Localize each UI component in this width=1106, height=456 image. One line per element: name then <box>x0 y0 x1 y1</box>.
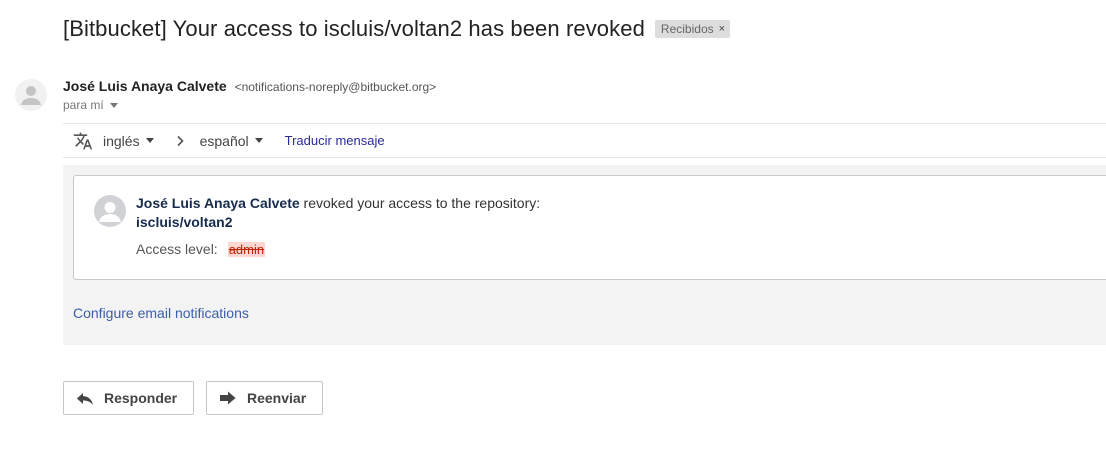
label-chip-inbox[interactable]: Recibidos × <box>654 20 731 38</box>
reply-button[interactable]: Responder <box>63 381 194 415</box>
chevron-down-icon <box>254 138 263 143</box>
target-language-label: español <box>199 132 249 149</box>
sender-email: <notifications-noreply@bitbucket.org> <box>234 80 437 94</box>
configure-notifications-link[interactable]: Configure email notifications <box>73 305 249 321</box>
chevron-down-icon <box>145 138 154 143</box>
label-chip-text: Recibidos <box>660 22 714 36</box>
reply-label: Responder <box>104 390 178 406</box>
remove-label-icon[interactable]: × <box>719 22 725 36</box>
sender-name[interactable]: José Luis Anaya Calvete <box>63 78 227 94</box>
subject-row: [Bitbucket] Your access to iscluis/volta… <box>63 16 731 42</box>
forward-button[interactable]: Reenviar <box>206 381 323 415</box>
forward-label: Reenviar <box>247 390 307 406</box>
actor-avatar[interactable] <box>94 195 126 227</box>
source-language-label: inglés <box>103 132 140 149</box>
access-level-row: Access level: admin <box>136 241 540 257</box>
sender-avatar[interactable] <box>15 79 47 111</box>
email-view: [Bitbucket] Your access to iscluis/volta… <box>0 0 1106 456</box>
chevron-right-icon <box>174 135 186 147</box>
default-avatar-icon <box>99 202 121 222</box>
translate-icon <box>73 131 93 151</box>
target-language-select[interactable]: español <box>200 133 263 149</box>
recipient-details-caret-icon[interactable] <box>109 102 118 108</box>
translate-message-link[interactable]: Traducir mensaje <box>285 133 385 148</box>
access-level-label: Access level: <box>136 241 218 257</box>
forward-icon <box>219 390 237 406</box>
default-avatar-icon <box>21 86 41 105</box>
repository-name[interactable]: iscluis/voltan2 <box>136 214 540 230</box>
action-text: revoked your access to the repository: <box>299 195 541 211</box>
reply-icon <box>76 390 94 406</box>
recipient-line: para mí <box>63 98 436 112</box>
email-subject: [Bitbucket] Your access to iscluis/volta… <box>63 16 645 41</box>
notification-text: José Luis Anaya Calvete revoked your acc… <box>136 195 540 257</box>
notification-card: José Luis Anaya Calvete revoked your acc… <box>73 175 1106 280</box>
access-level-value: admin <box>227 241 266 257</box>
message-body: José Luis Anaya Calvete revoked your acc… <box>63 165 1106 345</box>
sender-info: José Luis Anaya Calvete <notifications-n… <box>63 77 436 112</box>
source-language-select[interactable]: inglés <box>103 133 154 149</box>
recipient-text: para mí <box>63 98 104 112</box>
actor-name[interactable]: José Luis Anaya Calvete <box>136 195 300 211</box>
translate-bar: inglés español Traducir mensaje <box>63 123 1106 158</box>
